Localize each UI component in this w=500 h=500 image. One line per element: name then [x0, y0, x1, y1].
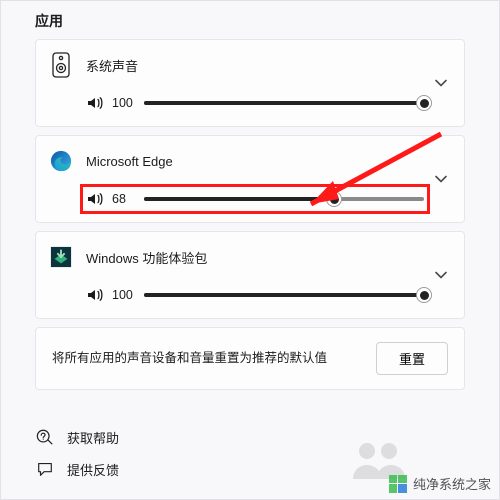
slider-thumb[interactable]	[416, 95, 432, 111]
expand-chevron-icon[interactable]	[432, 170, 450, 188]
volume-row: 100	[86, 286, 424, 304]
expand-chevron-icon[interactable]	[432, 74, 450, 92]
package-icon	[50, 244, 72, 270]
help-icon	[35, 427, 55, 447]
volume-row: 100	[86, 94, 424, 112]
expand-chevron-icon[interactable]	[432, 266, 450, 284]
volume-value: 100	[112, 96, 136, 110]
volume-slider[interactable]	[144, 101, 424, 105]
slider-thumb[interactable]	[326, 191, 342, 207]
slider-thumb[interactable]	[416, 287, 432, 303]
link-label: 提供反馈	[67, 460, 119, 479]
link-label: 获取帮助	[67, 428, 119, 447]
volume-icon	[86, 286, 104, 304]
watermark-logo-icon	[389, 475, 407, 493]
reset-button[interactable]: 重置	[376, 342, 448, 375]
volume-slider[interactable]	[144, 197, 424, 201]
volume-icon	[86, 94, 104, 112]
volume-slider[interactable]	[144, 293, 424, 297]
volume-icon	[86, 190, 104, 208]
app-card-edge: Microsoft Edge 68	[35, 135, 465, 223]
app-card-system-sound: 系统声音 100	[35, 39, 465, 127]
app-card-experience-pack: Windows 功能体验包 100	[35, 231, 465, 319]
watermark: 纯净系统之家	[389, 474, 491, 493]
volume-value: 68	[112, 192, 136, 206]
feedback-icon	[35, 459, 55, 479]
app-name: Microsoft Edge	[86, 154, 173, 169]
app-name: Windows 功能体验包	[86, 248, 207, 267]
section-title: 应用	[1, 1, 499, 39]
people-bg-icon	[349, 439, 409, 479]
volume-value: 100	[112, 288, 136, 302]
watermark-text: 纯净系统之家	[413, 474, 491, 493]
reset-card: 将所有应用的声音设备和音量重置为推荐的默认值 重置	[35, 327, 465, 390]
volume-row: 68	[86, 190, 424, 208]
reset-description: 将所有应用的声音设备和音量重置为推荐的默认值	[52, 349, 362, 368]
edge-icon	[50, 148, 72, 174]
app-name: 系统声音	[86, 56, 138, 75]
speaker-device-icon	[50, 52, 72, 78]
